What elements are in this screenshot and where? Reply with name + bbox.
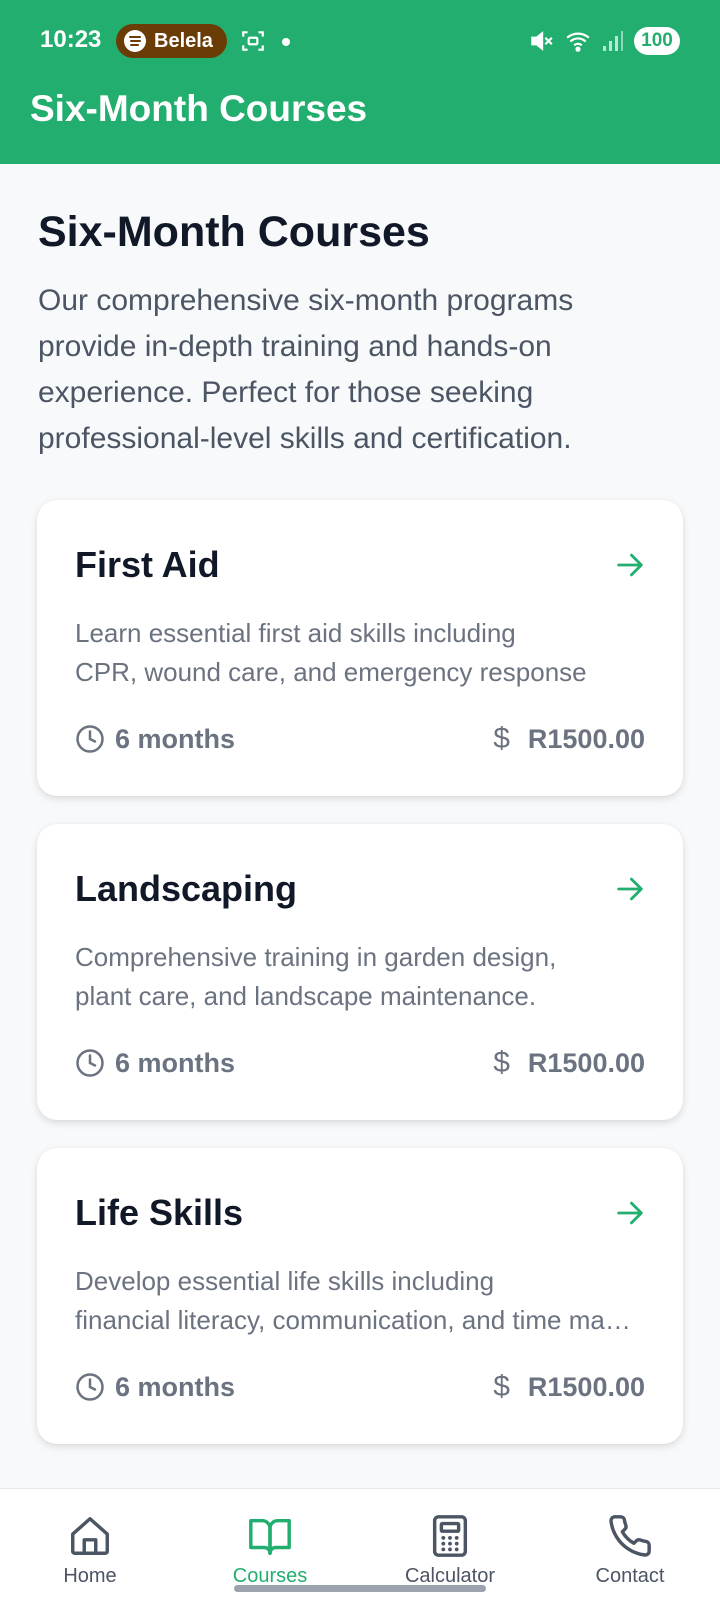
course-description: Develop essential life skills including … (75, 1266, 645, 1335)
course-title: First Aid (75, 544, 220, 585)
price-label: R1500.00 (527, 723, 645, 754)
arrow-right-icon[interactable] (613, 1196, 647, 1230)
course-meta: 6 months $ R1500.00 (75, 722, 645, 756)
book-open-icon (249, 1518, 291, 1555)
calculator-icon (432, 1515, 468, 1557)
app-bar-title: Six-Month Courses (30, 88, 368, 129)
dollar-icon: $ (493, 1046, 510, 1079)
course-meta: 6 months $ R1500.00 (75, 1046, 645, 1080)
course-title: Landscaping (75, 868, 298, 909)
nav-contact-label: Contact (595, 1565, 665, 1587)
duration-label: 6 months (115, 1371, 236, 1402)
nav-home[interactable]: Home (0, 1489, 180, 1600)
clock-icon (76, 725, 104, 753)
spotify-icon (124, 30, 146, 52)
status-bar: 10:23 Belela 100 (0, 0, 720, 80)
clock-icon (76, 1049, 104, 1077)
course-price: $ R1500.00 (493, 722, 645, 756)
course-card-first-aid[interactable]: First Aid Learn essential first aid skil… (37, 500, 683, 796)
course-card-life-skills[interactable]: Life Skills Develop essential life skill… (37, 1148, 683, 1444)
course-price: $ R1500.00 (493, 1370, 645, 1404)
course-duration: 6 months (75, 724, 235, 755)
battery-indicator: 100 (634, 27, 680, 55)
course-meta: 6 months $ R1500.00 (75, 1370, 645, 1404)
vibrate-off-icon (531, 31, 553, 51)
price-label: R1500.00 (527, 1371, 645, 1402)
media-pill[interactable]: Belela (116, 24, 227, 58)
bottom-nav: Home Courses Calculator Contact (0, 1488, 720, 1600)
nav-calculator[interactable]: Calculator (360, 1489, 540, 1600)
status-time: 10:23 (40, 26, 102, 53)
media-app-label: Belela (154, 29, 213, 52)
course-duration: 6 months (75, 1048, 235, 1079)
duration-label: 6 months (115, 723, 236, 754)
screen-record-icon (242, 31, 264, 51)
nav-contact[interactable]: Contact (540, 1489, 720, 1600)
clock-icon (76, 1373, 104, 1401)
phone-icon (609, 1515, 651, 1557)
course-duration: 6 months (75, 1372, 235, 1403)
course-card-landscaping[interactable]: Landscaping Comprehensive training in ga… (37, 824, 683, 1120)
dollar-icon: $ (493, 1370, 510, 1403)
notification-dot (282, 38, 290, 46)
system-icons: 100 (528, 24, 680, 58)
page-description: Our comprehensive six-month programs pro… (38, 284, 574, 455)
gesture-home-bar[interactable] (234, 1585, 486, 1592)
course-title: Life Skills (75, 1192, 244, 1233)
course-description: Learn essential first aid skills includi… (75, 618, 587, 687)
home-icon (71, 1517, 109, 1555)
signal-icon (603, 31, 623, 51)
arrow-right-icon[interactable] (613, 548, 647, 582)
dollar-icon: $ (493, 722, 510, 755)
course-description: Comprehensive training in garden design,… (75, 942, 557, 1011)
course-price: $ R1500.00 (493, 1046, 645, 1080)
app-header: 10:23 Belela 100 Six-Month Courses (0, 0, 720, 164)
duration-label: 6 months (115, 1047, 236, 1078)
wifi-icon (566, 32, 590, 52)
nav-courses[interactable]: Courses (180, 1489, 360, 1600)
page-title: Six-Month Courses (38, 208, 430, 256)
price-label: R1500.00 (527, 1047, 645, 1078)
arrow-right-icon[interactable] (613, 872, 647, 906)
nav-home-label: Home (63, 1565, 117, 1587)
